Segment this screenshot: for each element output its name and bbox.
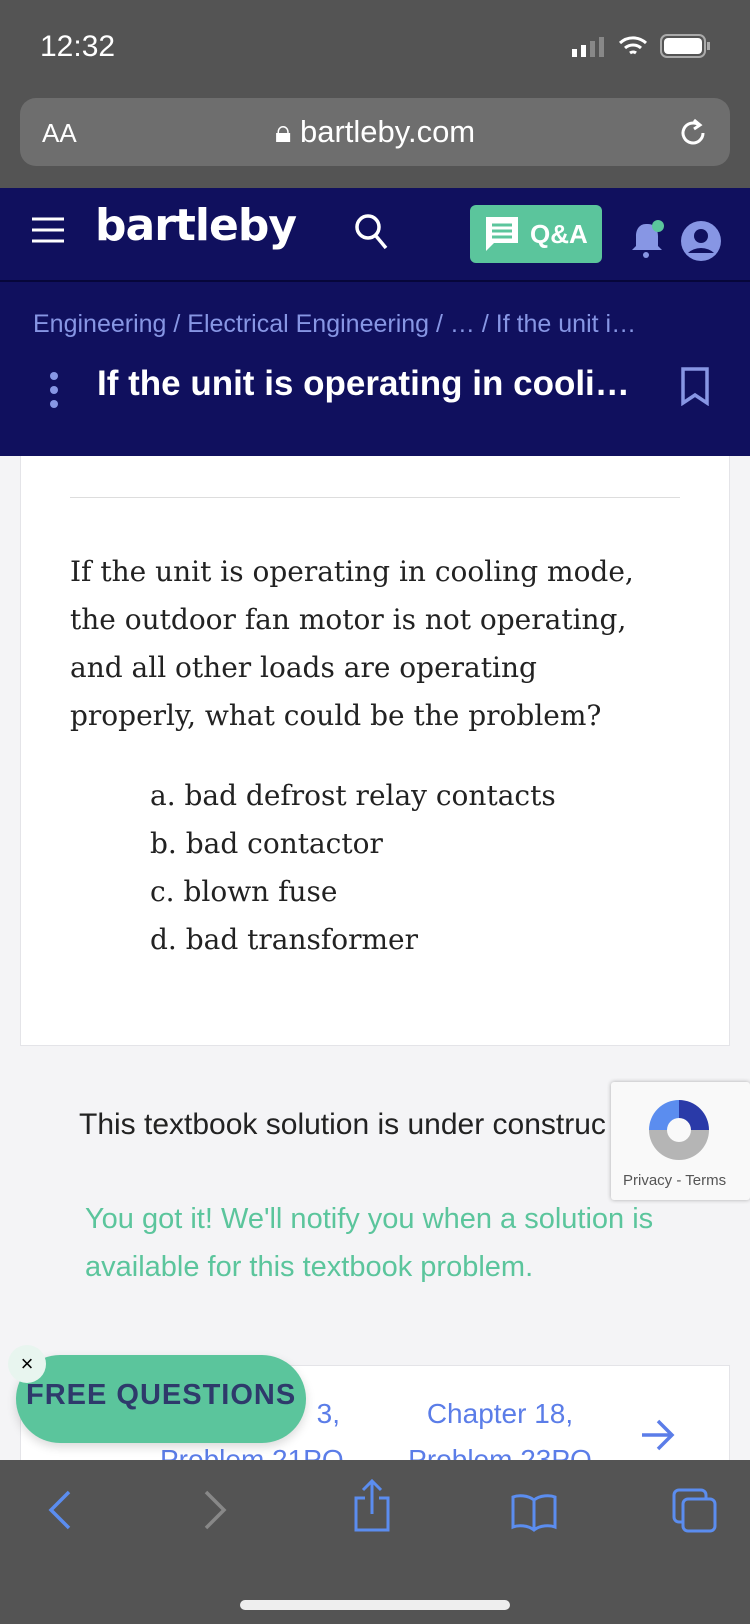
breadcrumb[interactable]: Engineering / Electrical Engineering / …… [33, 310, 636, 339]
card-divider [70, 497, 680, 498]
status-icons [572, 34, 710, 58]
arrow-right-icon[interactable] [640, 1418, 676, 1452]
recaptcha-icon [649, 1100, 709, 1160]
home-indicator[interactable] [240, 1600, 510, 1610]
search-icon[interactable] [352, 210, 392, 254]
close-free-questions-button[interactable]: × [8, 1345, 46, 1383]
lock-icon: 🔒︎ [274, 114, 300, 149]
chat-icon [486, 217, 518, 251]
account-icon[interactable] [680, 220, 722, 262]
notify-message: You got it! We'll notify you when a solu… [85, 1203, 654, 1283]
qa-button[interactable]: Q&A [470, 205, 602, 263]
back-icon[interactable] [45, 1488, 75, 1532]
solution-status: This textbook solution is under construc [79, 1108, 606, 1141]
menu-icon[interactable] [30, 215, 66, 245]
forward-icon[interactable] [200, 1488, 230, 1532]
battery-icon [660, 34, 710, 58]
question-text: If the unit is operating in cooling mode… [70, 555, 634, 732]
header-divider [0, 280, 750, 282]
recaptcha-badge[interactable]: Privacy - Terms [611, 1082, 750, 1200]
option-b: b. bad contactor [150, 827, 383, 860]
reload-icon[interactable] [676, 116, 710, 150]
answer-options: a. bad defrost relay contacts b. bad con… [150, 772, 556, 964]
bookmarks-icon[interactable] [510, 1492, 558, 1532]
tabs-icon[interactable] [672, 1488, 718, 1534]
more-options-icon[interactable] [48, 370, 60, 410]
bookmark-icon[interactable] [680, 366, 710, 406]
share-icon[interactable] [352, 1478, 392, 1534]
status-time: 12:32 [40, 30, 116, 63]
option-d: d. bad transformer [150, 923, 419, 956]
bell-icon[interactable] [628, 220, 668, 260]
wifi-icon [618, 36, 648, 55]
url-text[interactable]: 🔒︎ bartleby.com [0, 114, 750, 151]
option-a: a. bad defrost relay contacts [150, 779, 556, 812]
recaptcha-links[interactable]: Privacy - Terms [623, 1172, 726, 1189]
url: bartleby.com [299, 114, 476, 149]
bartleby-logo[interactable]: bartleby [95, 200, 297, 251]
free-questions-button[interactable]: FREE QUESTIONS [16, 1355, 306, 1443]
qa-label: Q&A [530, 218, 588, 249]
option-c: c. blown fuse [150, 875, 338, 908]
signal-icon [572, 37, 604, 57]
page-title: If the unit is operating in cooli… [97, 364, 630, 403]
